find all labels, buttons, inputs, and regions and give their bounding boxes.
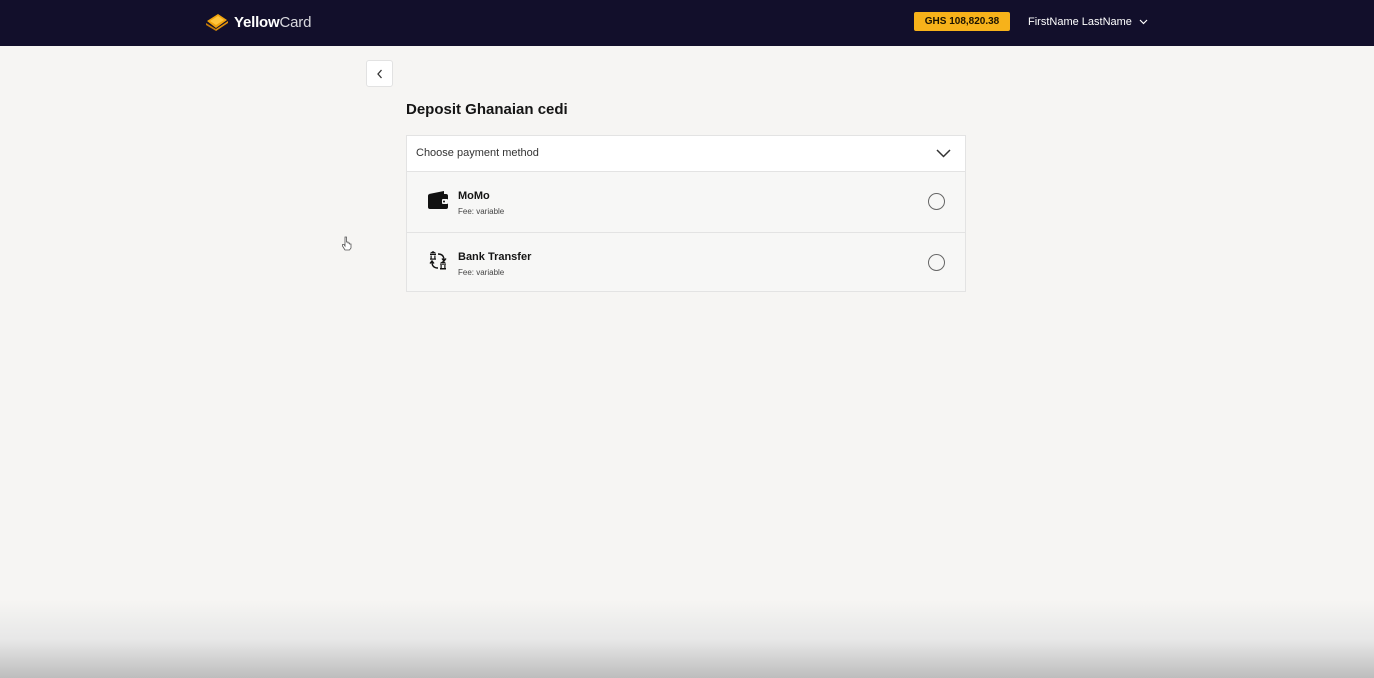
option-title: Bank Transfer	[458, 251, 532, 263]
dropdown-placeholder: Choose payment method	[416, 147, 539, 159]
top-navigation-bar: YellowCard GHS 108,820.38 FirstName Last…	[0, 0, 1374, 46]
yellowcard-logo-icon	[206, 14, 228, 31]
payment-option-bank-transfer[interactable]: Bank Transfer Fee: variable	[407, 232, 965, 292]
option-fee: Fee: variable	[458, 268, 505, 277]
option-title: MoMo	[458, 190, 490, 202]
back-button[interactable]	[366, 60, 393, 87]
user-menu[interactable]: FirstName LastName	[1028, 13, 1148, 30]
user-name: FirstName LastName	[1028, 15, 1132, 28]
radio-button[interactable]	[928, 193, 945, 210]
chevron-down-icon	[1139, 19, 1148, 24]
page-title: Deposit Ghanaian cedi	[406, 101, 568, 118]
chevron-left-icon	[376, 69, 382, 78]
radio-button[interactable]	[928, 254, 945, 271]
logo-text: YellowCard	[234, 13, 312, 31]
mouse-cursor-icon	[342, 236, 352, 251]
option-fee: Fee: variable	[458, 207, 505, 216]
yellowcard-logo[interactable]: YellowCard	[205, 11, 311, 33]
payment-method-dropdown[interactable]: Choose payment method	[407, 136, 965, 172]
payment-method-select: Choose payment method MoMo Fee: variable	[406, 135, 966, 292]
chevron-down-icon	[936, 149, 951, 158]
bank-transfer-icon	[429, 251, 447, 270]
wallet-icon	[428, 191, 448, 209]
payment-option-momo[interactable]: MoMo Fee: variable	[407, 172, 965, 232]
wallet-balance-badge[interactable]: GHS 108,820.38	[914, 12, 1010, 31]
